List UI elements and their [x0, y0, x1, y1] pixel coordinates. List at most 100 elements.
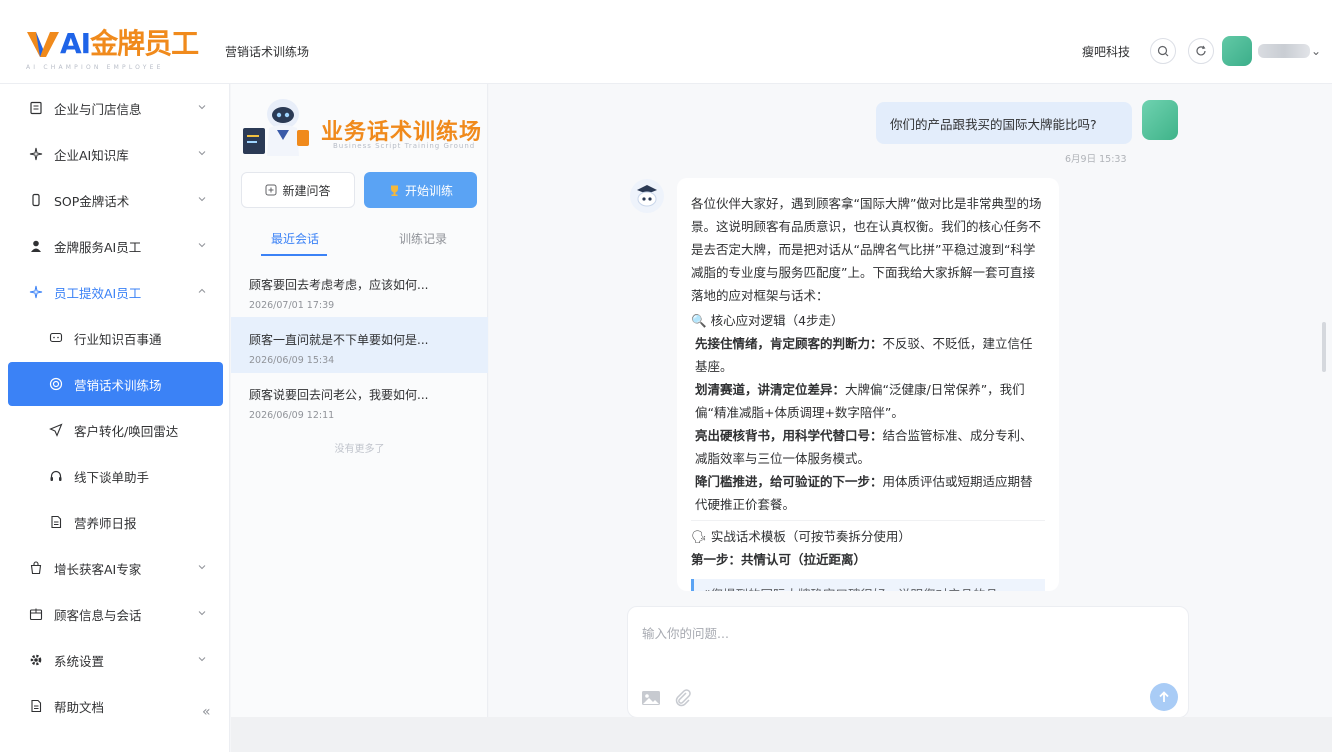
- sidebar-item-conversion-radar[interactable]: 客户转化/唤回雷达: [8, 408, 223, 452]
- headset-icon: [48, 468, 64, 484]
- chat-input[interactable]: 输入你的问题...: [642, 623, 729, 642]
- sidebar-item-enterprise-info[interactable]: 企业与门店信息: [8, 86, 223, 130]
- sidebar-item-label: 客户转化/唤回雷达: [74, 423, 179, 439]
- tab-recent-sessions[interactable]: 最近会话: [271, 230, 319, 247]
- sidebar-item-label: 企业与门店信息: [54, 101, 142, 117]
- start-training-label: 开始训练: [404, 183, 453, 198]
- conversation-item[interactable]: 顾客要回去考虑考虑，应该如何... 2026/07/01 17:39: [231, 262, 488, 318]
- document-icon: [48, 514, 64, 530]
- tab-training-records[interactable]: 训练记录: [399, 230, 447, 247]
- sparkle-icon: [28, 284, 44, 300]
- user-avatar[interactable]: [1222, 36, 1252, 66]
- history-tabs: 最近会话 训练记录: [231, 220, 488, 256]
- gear-icon: [28, 652, 44, 668]
- bot-intro-text: 各位伙伴大家好，遇到顾客拿“国际大牌”做对比是非常典型的场景。这说明顾客有品质意…: [691, 196, 1042, 303]
- user-message-bubble: 你们的产品跟我买的国际大牌能比吗?: [876, 102, 1132, 144]
- logic-point: 划清赛道，讲清定位差异：大牌偏“泛健康/日常保养”，我们偏“精准减脂+体质调理+…: [691, 378, 1045, 424]
- conversation-date: 2026/07/01 17:39: [249, 300, 335, 311]
- document-icon: [28, 698, 44, 714]
- send-icon: [48, 422, 64, 438]
- target-icon: [48, 376, 64, 392]
- refresh-button[interactable]: [1188, 38, 1214, 64]
- sidebar-item-settings[interactable]: 系统设置: [8, 638, 223, 682]
- bot-message-bubble: 各位伙伴大家好，遇到顾客拿“国际大牌”做对比是非常典型的场景。这说明顾客有品质意…: [677, 178, 1059, 591]
- arrow-up-icon: [1159, 691, 1169, 702]
- step-heading: 第一步：共情认可（拉近距离）: [691, 548, 1045, 571]
- sidebar-item-label: 增长获客AI专家: [54, 561, 142, 577]
- person-icon: [28, 238, 44, 254]
- sidebar-item-label: 金牌服务AI员工: [54, 239, 142, 255]
- sidebar-item-label: 帮助文档: [54, 699, 105, 715]
- logic-point-bold: 降门槛推进，给可验证的下一步：: [695, 474, 883, 489]
- chevron-down-icon: [198, 243, 206, 248]
- training-banner: 业务话术训练场 Business Script Training Ground: [241, 84, 481, 168]
- search-button[interactable]: [1150, 38, 1176, 64]
- new-question-button[interactable]: 新建问答: [241, 172, 355, 208]
- conversation-date: 2026/06/09 15:34: [249, 355, 335, 366]
- sidebar-item-service-ai[interactable]: 金牌服务AI员工: [8, 224, 223, 268]
- script-quote: “您提到的国际大牌确实口碑很好，说明您对产品的品: [691, 579, 1045, 591]
- speech-icon: 🗣: [691, 529, 707, 544]
- sidebar-item-industry-knowledge[interactable]: 行业知识百事通: [8, 316, 223, 360]
- sidebar-item-nutritionist-report[interactable]: 营养师日报: [8, 500, 223, 544]
- sidebar-item-script-training[interactable]: 营销话术训练场: [8, 362, 223, 406]
- logo-v-mark: [27, 32, 59, 57]
- template-heading-text: 实战话术模板（可按节奏拆分使用）: [710, 529, 911, 544]
- sidebar-item-growth-ai[interactable]: 增长获客AI专家: [8, 546, 223, 590]
- send-button[interactable]: [1150, 683, 1178, 711]
- logic-heading: 🔍 核心应对逻辑（4步走）: [691, 309, 1045, 332]
- message-timestamp: 6月9日 15:33: [1065, 154, 1127, 165]
- sidebar-item-label: 企业AI知识库: [54, 147, 129, 163]
- building-icon: [28, 100, 44, 116]
- new-question-label: 新建问答: [282, 183, 331, 198]
- logo-text-ai: AI: [60, 27, 91, 60]
- logo-subtitle: AI CHAMPION EMPLOYEE: [26, 64, 164, 71]
- conversation-date: 2026/06/09 12:11: [249, 410, 335, 421]
- image-upload-icon[interactable]: [640, 687, 662, 709]
- chat-icon: [48, 330, 64, 346]
- breadcrumb: 营销话术训练场: [225, 45, 310, 59]
- refresh-icon: [1196, 45, 1206, 56]
- template-heading: 🗣 实战话术模板（可按节奏拆分使用）: [691, 520, 1045, 548]
- sidebar-item-label: 系统设置: [54, 653, 105, 669]
- chevron-down-icon: [198, 565, 206, 570]
- start-training-button[interactable]: 开始训练: [364, 172, 477, 208]
- logic-point-bold: 先接住情绪，肯定顾客的判断力：: [695, 336, 883, 351]
- conversation-item[interactable]: 顾客说要回去问老公，我要如何... 2026/06/09 12:11: [231, 372, 488, 428]
- sidebar-item-label: SOP金牌话术: [54, 193, 130, 209]
- logic-point-bold: 划清赛道，讲清定位差异：: [695, 382, 846, 397]
- no-more-label: 没有更多了: [334, 444, 385, 455]
- company-name[interactable]: 瘦吧科技: [1082, 43, 1130, 60]
- bot-avatar-icon: [630, 179, 664, 213]
- robot-mascot-icon: [243, 99, 309, 156]
- chevron-down-icon: [198, 151, 206, 156]
- sidebar-item-customer-info[interactable]: 顾客信息与会话: [8, 592, 223, 636]
- scrollbar[interactable]: [1322, 322, 1326, 372]
- conversation-title: 顾客一直问就是不下单要如何是...: [249, 333, 429, 347]
- app-logo[interactable]: AI金牌员工 AI CHAMPION EMPLOYEE: [26, 26, 216, 72]
- logic-point-bold: 亮出硬核背书，用科学代替口号：: [695, 428, 883, 443]
- sidebar-item-offline-assistant[interactable]: 线下谈单助手: [8, 454, 223, 498]
- sidebar-item-label: 行业知识百事通: [74, 331, 162, 347]
- magnifier-icon: 🔍: [691, 313, 707, 328]
- chat-composer[interactable]: 输入你的问题...: [627, 606, 1189, 718]
- sidebar-item-knowledge-base[interactable]: 企业AI知识库: [8, 132, 223, 176]
- active-tab-indicator: [261, 254, 327, 256]
- chevron-down-icon: [198, 657, 206, 662]
- top-header: AI金牌员工 AI CHAMPION EMPLOYEE 营销话术训练场 瘦吧科技…: [0, 0, 1332, 84]
- sidebar-item-sop-scripts[interactable]: SOP金牌话术: [8, 178, 223, 222]
- bottom-strip: [231, 717, 1332, 752]
- logic-point: 先接住情绪，肯定顾客的判断力：不反驳、不贬低，建立信任基座。: [691, 332, 1045, 378]
- chevron-down-icon: [198, 105, 206, 110]
- step-heading-text: 第一步：共情认可（拉近距离）: [691, 552, 867, 567]
- sidebar-item-efficiency-ai[interactable]: 员工提效AI员工: [8, 270, 223, 314]
- collapse-sidebar-button[interactable]: «: [202, 704, 211, 720]
- sidebar-item-help-docs[interactable]: 帮助文档: [8, 684, 223, 728]
- logic-heading-text: 核心应对逻辑（4步走）: [710, 313, 844, 328]
- user-name-blurred[interactable]: [1258, 44, 1310, 58]
- search-icon: [1157, 45, 1169, 57]
- chevron-down-icon[interactable]: ⌄: [1311, 44, 1321, 58]
- sidebar-item-label: 线下谈单助手: [74, 469, 150, 485]
- attachment-icon[interactable]: [672, 687, 694, 709]
- conversation-item-selected[interactable]: 顾客一直问就是不下单要如何是... 2026/06/09 15:34: [231, 317, 488, 373]
